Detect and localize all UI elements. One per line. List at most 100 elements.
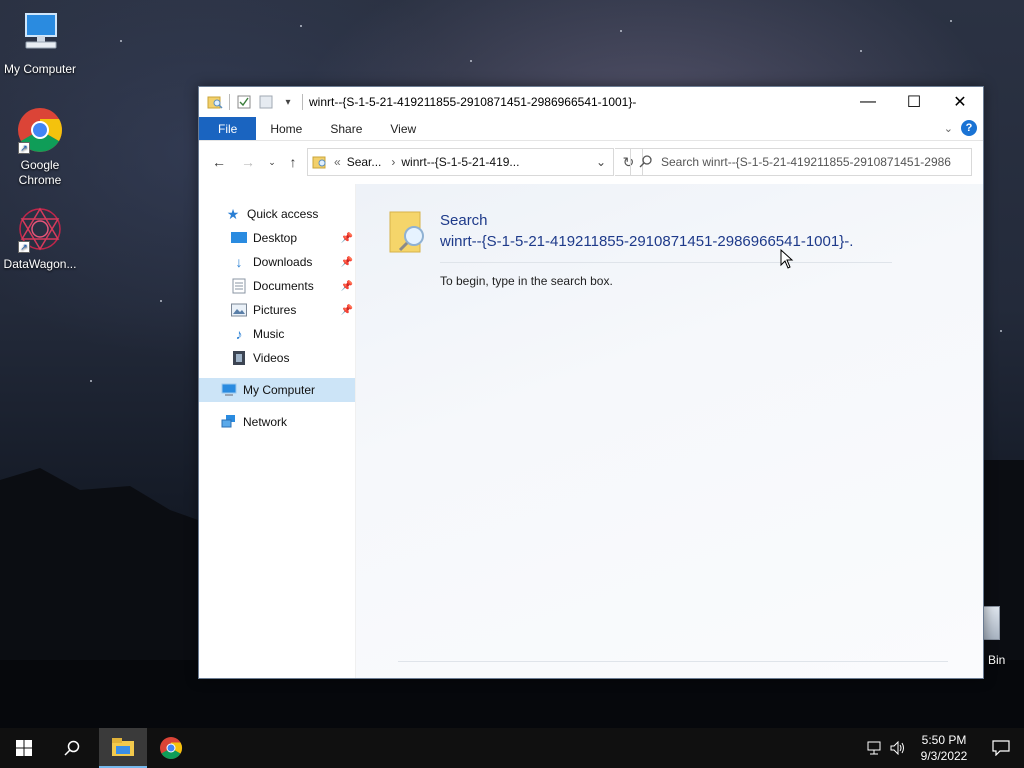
sidebar-item-quick-access[interactable]: ★ Quick access xyxy=(199,202,355,226)
ribbon-right-controls: ⌄ ? xyxy=(944,120,977,136)
minimize-button[interactable]: — xyxy=(845,87,891,117)
toolbar-separator xyxy=(302,94,303,110)
sidebar-item-my-computer[interactable]: My Computer xyxy=(199,378,355,402)
divider xyxy=(398,661,948,662)
pin-icon[interactable]: 📌 xyxy=(341,281,353,292)
wallpaper-star xyxy=(470,60,472,62)
taskbar: 5:50 PM 9/3/2022 xyxy=(0,728,1024,768)
expand-ribbon-chevron-icon[interactable]: ⌄ xyxy=(944,122,953,135)
system-tray: 5:50 PM 9/3/2022 xyxy=(862,728,1024,768)
monitor-icon xyxy=(16,10,64,58)
desktop-icon-google-chrome[interactable]: ↗ Google Chrome xyxy=(0,106,80,188)
tab-file[interactable]: File xyxy=(199,117,257,140)
wallpaper-star xyxy=(300,25,302,27)
back-arrow-icon[interactable]: ← xyxy=(207,150,231,174)
breadcrumb-winrt[interactable]: winrt--{S-1-5-21-419... xyxy=(401,155,519,169)
toolbar-separator xyxy=(229,94,230,110)
sidebar-item-label: Desktop xyxy=(253,231,298,245)
chrome-icon: ↗ xyxy=(16,106,64,154)
tab-view[interactable]: View xyxy=(376,117,430,140)
taskbar-chrome[interactable] xyxy=(147,728,195,768)
window-title: winrt--{S-1-5-21-419211855-2910871451-29… xyxy=(309,95,637,109)
address-overflow-icon[interactable]: « xyxy=(334,155,341,169)
search-folder-large-icon xyxy=(388,210,430,257)
start-button[interactable] xyxy=(0,728,48,768)
divider xyxy=(440,262,892,263)
sidebar-item-label: Quick access xyxy=(247,207,319,221)
sidebar-item-network[interactable]: Network xyxy=(199,410,355,434)
notification-center-button[interactable] xyxy=(978,728,1024,768)
pin-icon[interactable]: 📌 xyxy=(341,305,353,316)
desktop-icon-label: Google Chrome xyxy=(18,158,62,187)
clock-time: 5:50 PM xyxy=(921,733,967,747)
computer-icon xyxy=(221,382,237,398)
breadcrumb-chevron-icon[interactable]: › xyxy=(391,155,395,169)
sidebar-item-label: Pictures xyxy=(253,303,297,317)
shortcut-arrow-icon: ↗ xyxy=(18,142,30,154)
forward-arrow-icon[interactable]: → xyxy=(236,150,260,174)
sidebar-item-documents[interactable]: Documents 📌 xyxy=(199,274,355,298)
file-explorer-window: ▾ winrt--{S-1-5-21-419211855-2910871451-… xyxy=(198,86,984,679)
star-icon: ★ xyxy=(226,205,240,222)
sidebar-item-label: Music xyxy=(253,327,285,341)
film-strip-icon xyxy=(231,350,247,366)
taskbar-file-explorer[interactable] xyxy=(99,728,147,768)
clock[interactable]: 5:50 PM 9/3/2022 xyxy=(910,732,978,764)
sidebar-item-music[interactable]: ♪ Music xyxy=(199,322,355,346)
up-arrow-icon[interactable]: ↑ xyxy=(281,150,305,174)
network-icon xyxy=(221,414,237,430)
wallpaper-star xyxy=(120,40,122,42)
sidebar-item-downloads[interactable]: ↓ Downloads 📌 xyxy=(199,250,355,274)
navigation-bar: ← → ⌄ ↑ « Sear... › winrt--{S-1-5-21-419… xyxy=(199,141,983,183)
help-button[interactable]: ? xyxy=(961,120,977,136)
sidebar-item-label: My Computer xyxy=(243,383,316,397)
music-note-icon: ♪ xyxy=(235,326,243,342)
desktop-icon-label: My Computer xyxy=(3,62,77,76)
wallpaper-star xyxy=(860,50,862,52)
sidebar-item-pictures[interactable]: Pictures 📌 xyxy=(199,298,355,322)
sidebar-item-desktop[interactable]: Desktop 📌 xyxy=(199,226,355,250)
shortcut-arrow-icon: ↗ xyxy=(18,241,30,253)
desktop-icon-my-computer[interactable]: My Computer xyxy=(0,10,80,77)
search-input[interactable]: Search winrt--{S-1-5-21-419211855-291087… xyxy=(630,148,972,176)
window-controls: — ☐ ✕ xyxy=(845,87,983,117)
desktop-icon-datawagon[interactable]: ↗ DataWagon... xyxy=(0,205,80,272)
desktop-folder-icon xyxy=(231,230,247,246)
address-bar[interactable]: « Sear... › winrt--{S-1-5-21-419... ⌄ xyxy=(307,148,614,176)
wallpaper-star xyxy=(620,30,622,32)
ribbon-tabs: File Home Share View ⌄ ? xyxy=(199,117,983,141)
pin-icon[interactable]: 📌 xyxy=(341,233,353,244)
datawagon-icon: ↗ xyxy=(16,205,64,253)
address-dropdown-chevron-icon[interactable]: ⌄ xyxy=(589,149,613,175)
new-folder-icon[interactable] xyxy=(258,94,274,110)
notification-icon xyxy=(992,740,1010,756)
network-status-icon[interactable] xyxy=(862,741,886,755)
sidebar-item-label: Videos xyxy=(253,351,290,365)
customize-toolbar-chevron-icon[interactable]: ▾ xyxy=(280,94,296,110)
tab-home[interactable]: Home xyxy=(256,117,316,140)
explorer-body: ★ Quick access Desktop 📌 ↓ Downloads 📌 D… xyxy=(199,184,983,678)
pin-icon[interactable]: 📌 xyxy=(341,257,353,268)
wallpaper-star xyxy=(160,300,162,302)
sidebar-item-videos[interactable]: Videos xyxy=(199,346,355,370)
close-button[interactable]: ✕ xyxy=(937,87,983,117)
search-placeholder: Search winrt--{S-1-5-21-419211855-291087… xyxy=(661,155,951,169)
maximize-button[interactable]: ☐ xyxy=(891,87,937,117)
mouse-cursor-icon xyxy=(780,249,794,269)
search-hint-text: To begin, type in the search box. xyxy=(440,274,613,288)
search-icon xyxy=(631,154,661,171)
wallpaper-star xyxy=(950,20,952,22)
clock-date: 9/3/2022 xyxy=(920,749,968,763)
title-bar[interactable]: ▾ winrt--{S-1-5-21-419211855-2910871451-… xyxy=(199,87,983,117)
breadcrumb-search[interactable]: Sear... xyxy=(347,155,382,169)
volume-icon[interactable] xyxy=(886,741,910,755)
tab-share[interactable]: Share xyxy=(316,117,376,140)
sidebar-item-label: Downloads xyxy=(253,255,313,269)
search-button[interactable] xyxy=(48,728,96,768)
search-icon xyxy=(64,740,80,756)
quick-access-toolbar: ▾ xyxy=(199,94,303,110)
search-heading-line1: Search xyxy=(440,212,488,229)
search-results-pane: Search winrt--{S-1-5-21-419211855-291087… xyxy=(356,184,983,678)
wallpaper-star xyxy=(90,380,92,382)
properties-icon[interactable] xyxy=(236,94,252,110)
